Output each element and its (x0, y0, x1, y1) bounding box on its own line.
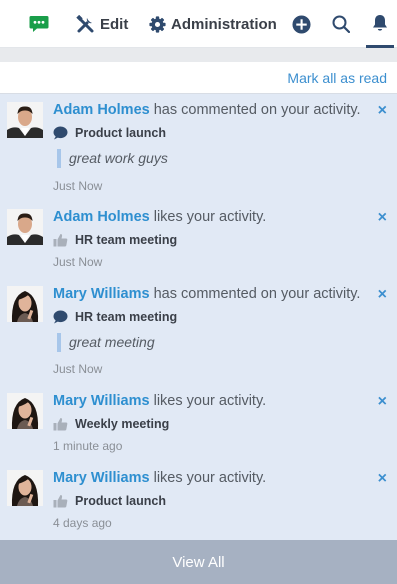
chat-icon (29, 16, 49, 32)
notification-text: Adam Holmes likes your activity. (53, 209, 266, 225)
user-name[interactable]: Mary Williams (53, 286, 150, 302)
administration-button[interactable]: Administration (149, 0, 277, 48)
add-button[interactable] (292, 0, 311, 48)
thumbs-up-icon (53, 495, 68, 508)
notification-action: has commented on your activity. (149, 286, 361, 302)
thumbs-up-icon (53, 418, 68, 431)
timestamp: Just Now (53, 179, 103, 193)
dismiss-button[interactable]: × (378, 393, 387, 411)
activity-subject-label: Weekly meeting (75, 417, 170, 431)
activity-subject-label: HR team meeting (75, 233, 178, 247)
gear-icon (149, 15, 166, 33)
timestamp: Just Now (53, 255, 103, 269)
view-all-button[interactable]: View All (0, 540, 397, 584)
activity-subject-label: Product launch (75, 126, 166, 140)
activity-subject: HR team meeting (53, 233, 177, 247)
thumbs-up-icon (53, 234, 68, 247)
timestamp: 4 days ago (53, 516, 112, 530)
chat-button[interactable] (29, 0, 49, 48)
dismiss-button[interactable]: × (378, 286, 387, 304)
panel-header: Mark all as read (0, 62, 397, 94)
plus-circle-icon (292, 14, 311, 34)
activity-subject-label: HR team meeting (75, 310, 178, 324)
timestamp: 1 minute ago (53, 439, 123, 453)
comment-quote: great work guys (57, 149, 168, 168)
notification-action: has commented on your activity. (149, 102, 361, 118)
activity-subject: Product launch (53, 126, 166, 140)
top-navigation-bar: Edit Administration (0, 0, 397, 48)
notification-text: Mary Williams likes your activity. (53, 470, 266, 486)
notifications-panel: Mark all as read Adam Holmes has comment… (0, 62, 397, 540)
user-name[interactable]: Mary Williams (53, 470, 150, 486)
mark-all-read-link[interactable]: Mark all as read (287, 70, 387, 86)
dismiss-button[interactable]: × (378, 470, 387, 488)
comment-quote: great meeting (57, 333, 155, 352)
notification-text: Adam Holmes has commented on your activi… (53, 102, 361, 118)
view-all-label: View All (172, 553, 225, 571)
avatar (7, 209, 43, 245)
comment-icon (53, 310, 68, 324)
notification-text: Mary Williams has commented on your acti… (53, 286, 360, 302)
tools-icon (76, 14, 94, 32)
header-spacer (0, 48, 397, 62)
edit-button[interactable]: Edit (76, 0, 128, 48)
bell-icon (373, 14, 387, 31)
user-name[interactable]: Mary Williams (53, 393, 150, 409)
avatar (7, 102, 43, 138)
avatar (7, 286, 43, 322)
dismiss-button[interactable]: × (378, 102, 387, 120)
activity-subject: Product launch (53, 494, 166, 508)
notification-action: likes your activity. (149, 470, 267, 486)
search-icon (332, 15, 350, 33)
user-name[interactable]: Adam Holmes (53, 102, 150, 118)
notification-action: likes your activity. (149, 393, 267, 409)
notifications-button[interactable] (366, 0, 394, 48)
notification-text: Mary Williams likes your activity. (53, 393, 266, 409)
activity-subject-label: Product launch (75, 494, 166, 508)
avatar (7, 393, 43, 429)
notification-action: likes your activity. (149, 209, 267, 225)
search-button[interactable] (332, 0, 350, 48)
activity-subject: Weekly meeting (53, 417, 169, 431)
dismiss-button[interactable]: × (378, 209, 387, 227)
user-name[interactable]: Adam Holmes (53, 209, 150, 225)
timestamp: Just Now (53, 362, 103, 376)
activity-subject: HR team meeting (53, 310, 177, 324)
comment-icon (53, 126, 68, 140)
avatar (7, 470, 43, 506)
edit-label: Edit (100, 15, 129, 33)
administration-label: Administration (171, 15, 277, 33)
